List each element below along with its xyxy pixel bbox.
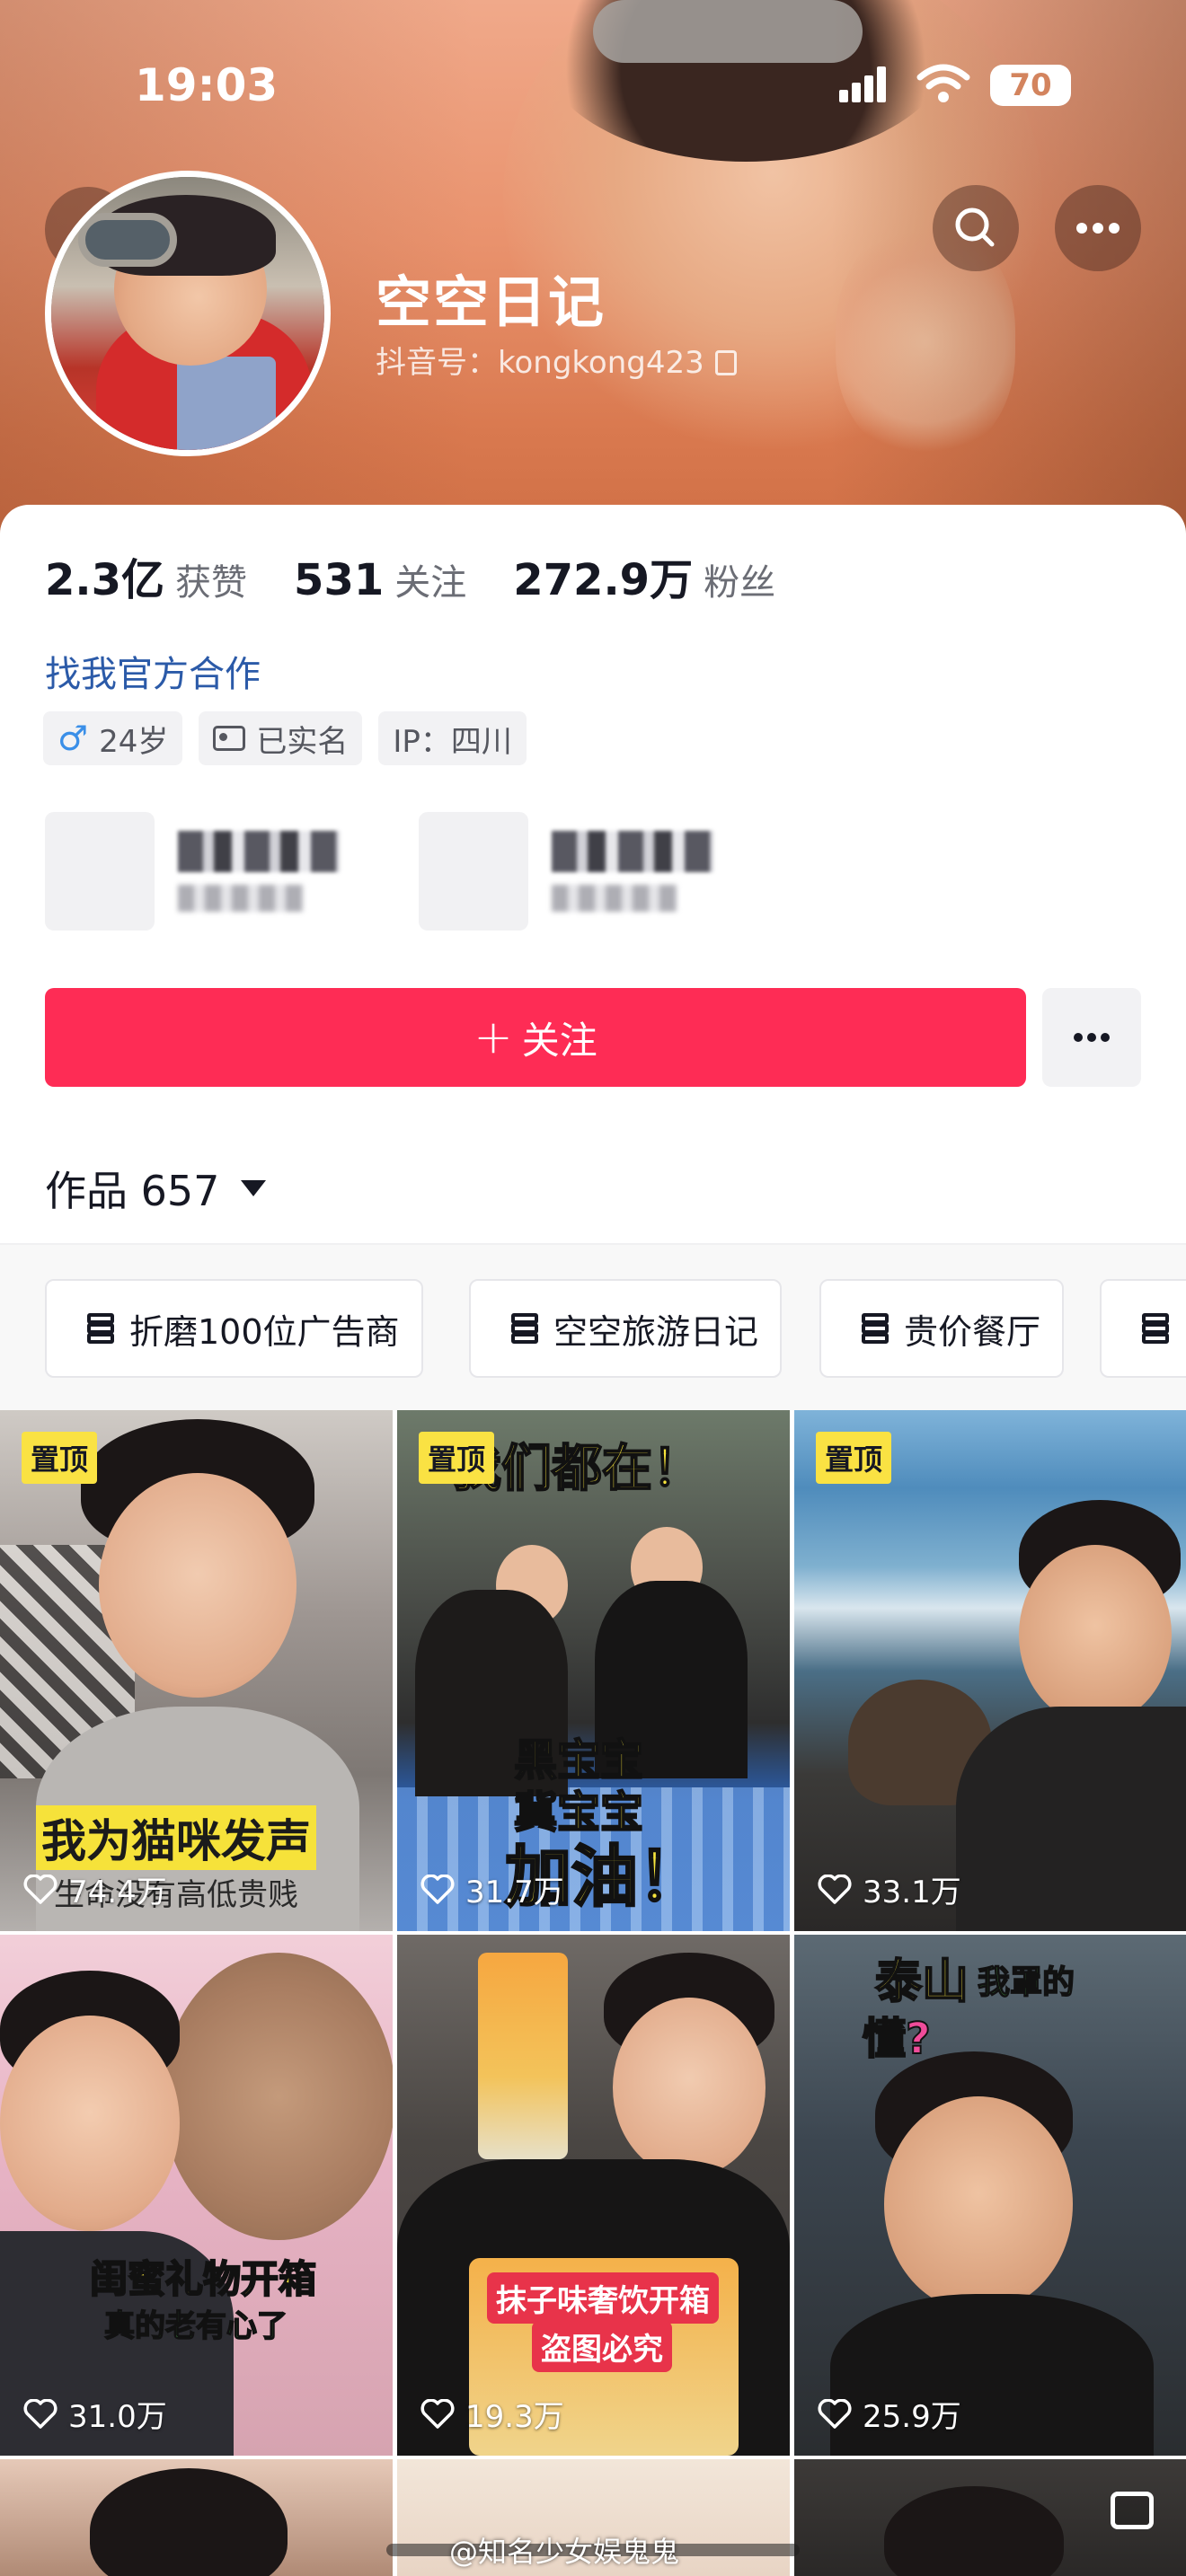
id-card-icon [213,726,246,751]
collection-label: 贵价餐厅 [904,1311,1041,1352]
shortcut-thumbnail [45,812,155,931]
heart-icon [818,2398,852,2429]
video-tile[interactable]: 抹子味奢饮开箱 盗图必究 19.3万 [397,1935,790,2456]
likes-count: 2.3亿 [45,555,165,605]
stack-icon [1139,1313,1172,1344]
works-tab[interactable]: 作品 657 [45,1159,267,1218]
ip-tag: IP：四川 [378,711,527,765]
video-tile[interactable]: 泰山 我罩的 懂? 25.9万 [794,1935,1186,2456]
likes-label: 获赞 [175,562,248,604]
watermark: @知名少女娱鬼鬼 [449,2535,680,2569]
video-grid: 我为猫咪发声 生命没有高低贵贱 置顶 74.4万 我们都在！ 黑宝宝 冀宝宝 加… [0,1410,1186,2576]
collection-chip[interactable]: 空空旅游日记 [469,1279,783,1378]
floating-window-icon[interactable] [1111,2492,1154,2529]
plus-icon: + [474,1010,513,1064]
collection-label: 折磨100位广告商 [129,1311,400,1352]
video-tile[interactable]: 我们都在！ 黑宝宝 冀宝宝 加油！ 置顶 31.7万 [397,1410,790,1931]
douyin-id-text: 抖音号：kongkong423 [376,345,704,381]
douyin-id[interactable]: 抖音号：kongkong423 [376,338,737,382]
followers-count[interactable]: 272.9万 [513,544,693,607]
heart-icon [420,2398,455,2429]
shortcut-card[interactable] [419,812,713,931]
age-tag: ♂ 24岁 [43,711,183,765]
like-count-text: 19.3万 [465,2399,564,2435]
caret-down-icon [241,1180,267,1196]
follow-more-button[interactable] [1042,988,1141,1087]
like-count-text: 33.1万 [863,1875,961,1910]
collection-chip[interactable]: 贵价餐厅 [819,1279,1065,1378]
verified-tag: 已实名 [199,711,363,765]
shortcut-thumbnail [419,812,528,931]
like-count-text: 31.0万 [68,2399,167,2435]
profile-tags: ♂ 24岁 已实名 IP：四川 [43,711,543,765]
avatar[interactable] [45,171,331,456]
profile-stats: 2.3亿 获赞 531 关注 272.9万 粉丝 [45,544,822,607]
video-tile[interactable]: 我为猫咪发声 生命没有高低贵贱 置顶 74.4万 [0,1410,393,1931]
collections-bar: 折磨100位广告商 空空旅游日记 贵价餐厅 [0,1245,1186,1410]
wifi-icon [916,64,970,102]
search-button[interactable] [933,185,1019,271]
video-tile[interactable]: 闺蜜礼物开箱 真的老有心了 31.0万 [0,1935,393,2456]
cooperation-link[interactable]: 找我官方合作 [45,645,261,697]
video-tile[interactable] [0,2459,393,2576]
pinned-badge: 置顶 [22,1432,98,1484]
video-subcaption: 盗图必究 [532,2321,672,2372]
pinned-badge: 置顶 [419,1432,495,1484]
like-count: 31.7万 [420,1867,564,1911]
blurred-text [178,831,340,912]
stack-icon [84,1313,117,1344]
age-text: 24岁 [99,723,169,760]
like-count: 33.1万 [818,1867,961,1911]
ellipsis-icon [1074,1033,1110,1042]
following-count[interactable]: 531 [294,555,384,605]
like-count-text: 74.4万 [68,1875,167,1910]
blurred-text [552,831,713,912]
shortcut-card[interactable] [45,812,340,931]
battery-icon: 70 [990,65,1071,106]
collection-chip[interactable]: 折磨100位广告商 [45,1279,423,1378]
video-caption: 泰山 [874,1954,969,2010]
works-label: 作品 657 [45,1167,220,1215]
like-count-text: 25.9万 [863,2399,961,2435]
copy-icon[interactable] [714,350,737,375]
profile-name: 空空日记 [376,269,606,335]
status-time: 19:03 [135,59,279,111]
pinned-badge: 置顶 [816,1432,892,1484]
male-icon: ♂ [58,719,89,758]
video-caption: 我为猫咪发声 [36,1805,316,1870]
ip-text: IP：四川 [393,723,512,760]
like-count: 74.4万 [23,1867,167,1911]
like-count: 31.0万 [23,2392,167,2436]
search-icon [955,207,995,247]
heart-icon [818,1874,852,1904]
video-caption: 抹子味奢饮开箱 [487,2272,719,2324]
like-count-text: 31.7万 [465,1875,564,1910]
follow-label: 关注 [521,1018,597,1063]
heart-icon [23,1874,58,1904]
stack-icon [509,1313,541,1344]
video-caption-line3: 懂? [862,2013,932,2065]
like-count: 19.3万 [420,2392,564,2436]
collection-label: 空空旅游日记 [553,1311,759,1352]
follow-button[interactable]: + 关注 [45,988,1026,1087]
cellular-signal-icon [839,66,888,102]
more-options-button[interactable] [1055,185,1141,271]
like-count: 25.9万 [818,2392,961,2436]
stack-icon [859,1313,891,1344]
heart-icon [23,2398,58,2429]
following-label[interactable]: 关注 [394,553,466,605]
verified-text: 已实名 [256,723,349,760]
collection-chip[interactable] [1100,1279,1186,1378]
video-subcaption: 我罩的 [977,1963,1075,2002]
video-subcaption: 真的老有心了 [103,2307,288,2345]
ellipsis-icon [1076,223,1120,234]
video-tile[interactable]: 置顶 33.1万 [794,1410,1186,1931]
heart-icon [420,1874,455,1904]
followers-label[interactable]: 粉丝 [704,553,775,605]
video-caption: 闺蜜礼物开箱 [89,2256,317,2302]
